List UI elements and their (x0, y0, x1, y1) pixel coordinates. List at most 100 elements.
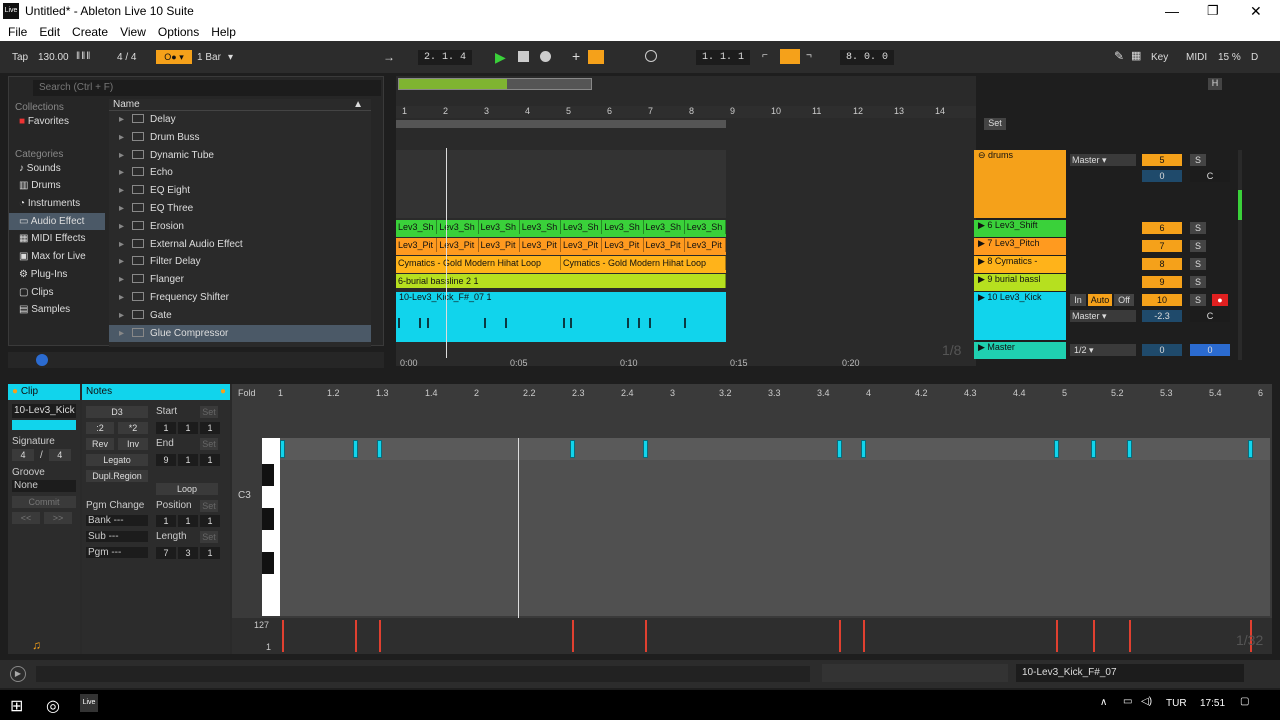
duplicate-region-button[interactable]: Dupl.Region (86, 470, 148, 482)
midi-note[interactable] (1054, 440, 1060, 458)
midi-note[interactable] (352, 440, 358, 458)
network-icon[interactable]: ▭ (1123, 696, 1132, 707)
live-taskbar-icon[interactable]: Live (80, 694, 98, 712)
length-set-button[interactable]: Set (200, 531, 218, 543)
menu-options[interactable]: Options (158, 25, 199, 39)
start-sixteenth[interactable]: 1 (200, 422, 220, 434)
shift-clip[interactable]: Lev3_Sh (644, 220, 685, 234)
midi-note[interactable] (860, 440, 866, 458)
volume-field[interactable]: 0 (1142, 170, 1182, 182)
computer-keyboard-icon[interactable]: ▦ (1131, 49, 1141, 62)
half-tempo-button[interactable]: :2 (86, 422, 114, 434)
browser-item[interactable]: ▸ Echo (109, 164, 371, 182)
search-input[interactable]: Search (Ctrl + F) (33, 80, 381, 96)
track-number[interactable]: 5 (1142, 154, 1182, 166)
end-sixteenth[interactable]: 1 (200, 454, 220, 466)
monitor-auto-button[interactable]: Auto (1088, 294, 1112, 306)
punch-out-icon[interactable]: ¬ (806, 50, 812, 61)
loop-start-field[interactable]: 1. 1. 1 (696, 50, 751, 65)
start-bar[interactable]: 1 (156, 422, 176, 434)
metronome-icon[interactable]: ‖‖‖ (76, 51, 91, 62)
notifications-icon[interactable]: ▢ (1240, 696, 1249, 707)
nudge-forward-button[interactable]: >> (44, 512, 72, 524)
note-grid[interactable] (280, 438, 1270, 616)
arrangement-position[interactable]: 2. 1. 4 (418, 50, 473, 65)
category-max-for-live[interactable]: ▣ Max for Live (9, 248, 105, 266)
punch-in-icon[interactable]: ⌐ (762, 50, 768, 61)
browser-item-selected[interactable]: ▸ Glue Compressor (109, 324, 371, 343)
category-sounds[interactable]: ♪ Sounds (9, 160, 105, 178)
browser-item[interactable]: ▸ Gate (109, 307, 371, 325)
velocity-marker[interactable] (1056, 620, 1059, 652)
volume-field[interactable]: -2.3 (1142, 310, 1182, 322)
track-number[interactable]: 10 (1142, 294, 1182, 306)
tap-button[interactable]: Tap (12, 52, 28, 63)
sub-field[interactable]: Sub --- (86, 531, 148, 542)
browser-item[interactable]: ▸ Frequency Shifter (109, 289, 371, 307)
midi-note[interactable] (280, 440, 285, 458)
menu-create[interactable]: Create (72, 25, 108, 39)
browser-item[interactable]: ▸ Drum Buss (109, 129, 371, 147)
pan-field[interactable]: C (1190, 170, 1230, 182)
quantize-menu[interactable]: 1 Bar (197, 52, 221, 63)
tempo-field[interactable]: 130.00 (38, 52, 69, 63)
note-name[interactable]: D3 (86, 406, 148, 418)
h-button[interactable]: H (1208, 78, 1222, 90)
shift-clip[interactable]: Lev3_Sh (396, 220, 438, 234)
track-overview[interactable] (822, 664, 1008, 682)
key-map-button[interactable]: Key (1151, 52, 1168, 63)
solo-button[interactable]: S (1190, 294, 1206, 306)
position-beat[interactable]: 1 (178, 515, 198, 527)
midi-note[interactable] (836, 440, 842, 458)
pitch-clip[interactable]: Lev3_Pit (602, 238, 644, 252)
track-number[interactable]: 7 (1142, 240, 1182, 252)
draw-mode-icon[interactable]: ✎ (1114, 49, 1124, 63)
track-number[interactable]: 8 (1142, 258, 1182, 270)
loop-switch[interactable] (780, 49, 800, 64)
cymatics-clip[interactable]: Cymatics - Gold Modern Hihat Loop (396, 256, 561, 270)
loop-brace[interactable] (396, 120, 726, 128)
end-beat[interactable]: 1 (178, 454, 198, 466)
track-name-cymatics[interactable]: ▶ 8 Cymatics - (974, 256, 1066, 273)
windows-start-icon[interactable]: ⊞ (10, 696, 23, 716)
pitch-clip[interactable]: Lev3_Pit (396, 238, 438, 252)
category-instruments[interactable]: ◔ Instruments (9, 195, 105, 213)
status-play-icon[interactable]: ▶ (10, 666, 26, 682)
end-set-button[interactable]: Set (200, 438, 218, 450)
commit-button[interactable]: Commit (12, 496, 76, 508)
velocity-marker[interactable] (644, 620, 647, 652)
midi-note[interactable] (642, 440, 648, 458)
output-routing[interactable]: Master ▾ (1070, 154, 1136, 166)
minimize-button[interactable]: — (1165, 3, 1179, 19)
reverse-button[interactable]: Rev (86, 438, 114, 450)
shift-clip[interactable]: Lev3_Sh (479, 220, 520, 234)
midi-note[interactable] (376, 440, 382, 458)
browser-item[interactable]: ▸ EQ Three (109, 200, 371, 218)
midi-note[interactable] (1090, 440, 1096, 458)
length-bar[interactable]: 7 (156, 547, 176, 559)
overdub-icon[interactable]: + (572, 48, 580, 64)
pitch-clip[interactable]: Lev3_Pit (520, 238, 561, 252)
category-clips[interactable]: ▢ Clips (9, 284, 105, 302)
close-button[interactable]: ✕ (1250, 3, 1262, 20)
invert-button[interactable]: Inv (118, 438, 148, 450)
pitch-clip[interactable]: Lev3_Pit (437, 238, 479, 252)
record-button[interactable] (540, 51, 551, 62)
favorites-item[interactable]: ■ Favorites (9, 113, 105, 131)
shift-clip[interactable]: Lev3_Sh (685, 220, 726, 234)
category-midi-effects[interactable]: ▦ MIDI Effects (9, 230, 105, 248)
position-bar[interactable]: 1 (156, 515, 176, 527)
start-beat[interactable]: 1 (178, 422, 198, 434)
velocity-marker[interactable] (862, 620, 865, 652)
position-sixteenth[interactable]: 1 (200, 515, 220, 527)
play-button[interactable]: ▶ (495, 49, 506, 66)
pitch-clip[interactable]: Lev3_Pit (685, 238, 726, 252)
midi-note[interactable] (1126, 440, 1132, 458)
volume-icon[interactable]: ◁) (1141, 696, 1152, 707)
groove-chooser[interactable]: None (12, 480, 76, 492)
clock[interactable]: 17:51 (1200, 698, 1225, 709)
browser-item[interactable]: ▸ External Audio Effect (109, 236, 371, 254)
midi-map-button[interactable]: MIDI (1186, 52, 1207, 63)
velocity-lane[interactable]: 127 1 1/32 (232, 618, 1272, 654)
clip-header[interactable]: ● Clip (8, 384, 80, 400)
